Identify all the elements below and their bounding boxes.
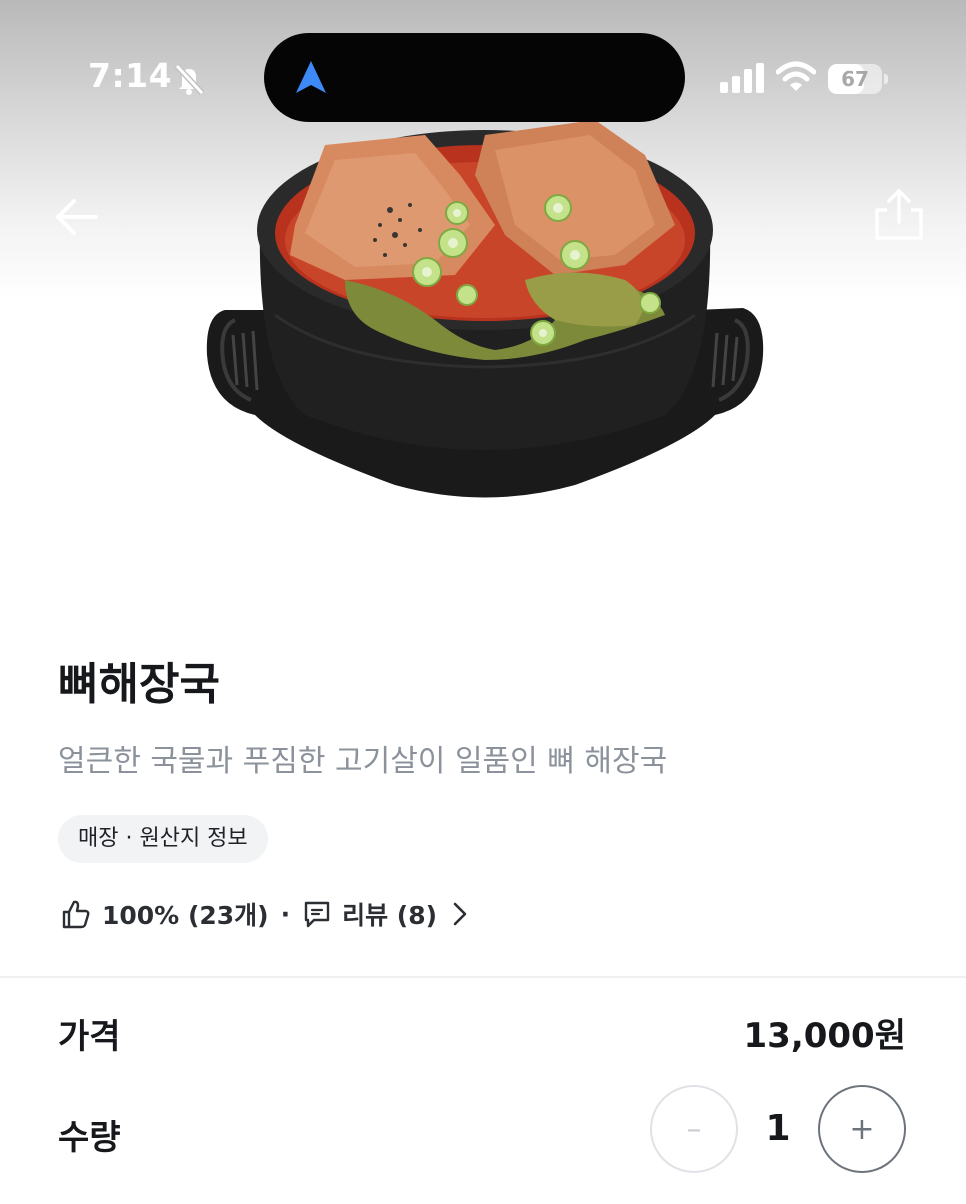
location-arrow-icon <box>296 61 326 93</box>
comment-icon <box>304 901 330 928</box>
wifi-icon <box>776 61 816 91</box>
price-label: 가격 <box>58 1017 121 1057</box>
plus-icon: + <box>849 1111 875 1147</box>
product-title: 뼈해장국 <box>58 659 220 710</box>
product-hero: 7:14 67 <box>0 0 966 600</box>
chevron-right-icon <box>453 902 467 926</box>
thumbs-up-icon <box>62 900 90 929</box>
section-divider <box>0 976 966 978</box>
price-value: 13,000원 <box>743 1016 906 1056</box>
battery-tip <box>884 74 888 84</box>
decrease-quantity-button[interactable]: – <box>650 1085 738 1173</box>
rating-text: 100% (23개) <box>102 901 269 930</box>
dynamic-island <box>264 33 685 122</box>
share-icon <box>875 189 923 240</box>
bell-slash-icon <box>174 63 205 96</box>
back-button[interactable] <box>50 190 104 244</box>
minus-icon: – <box>686 1111 702 1147</box>
food-image <box>206 120 764 498</box>
review-summary: 100% (23개) · 리뷰 (8) <box>60 892 471 936</box>
cellular-signal-icon <box>720 63 764 93</box>
share-button[interactable] <box>870 186 928 244</box>
product-description: 얼큰한 국물과 푸짐한 고기살이 일품인 뼈 해장국 <box>58 744 668 779</box>
separator-dot: · <box>280 899 291 929</box>
quantity-value: 1 <box>765 1108 791 1149</box>
increase-quantity-button[interactable]: + <box>818 1085 906 1173</box>
battery-indicator: 67 <box>828 64 888 94</box>
quantity-label: 수량 <box>58 1118 121 1158</box>
review-link[interactable]: 리뷰 (8) <box>302 896 471 932</box>
battery-percent: 67 <box>841 67 869 91</box>
status-time: 7:14 <box>88 56 173 95</box>
arrow-left-icon <box>56 199 98 235</box>
origin-info-chip[interactable]: 매장 · 원산지 정보 <box>58 815 268 863</box>
review-link-label: 리뷰 (8) <box>342 901 438 930</box>
